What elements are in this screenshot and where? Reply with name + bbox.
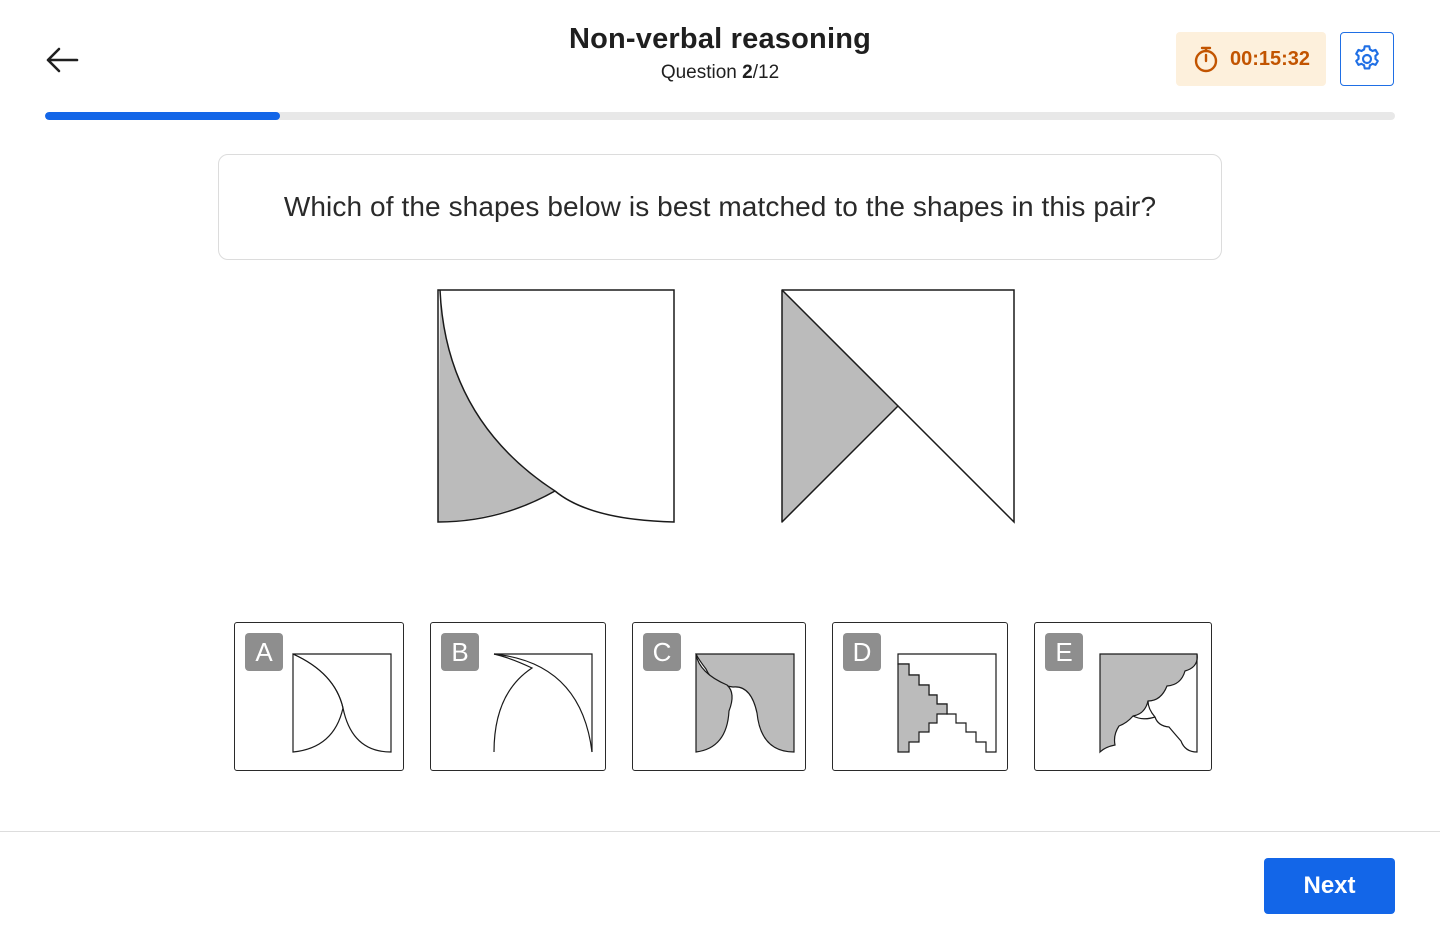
stopwatch-icon [1194, 46, 1218, 73]
page-title: Non-verbal reasoning [568, 23, 872, 55]
timer-badge: 00:15:32 [1176, 32, 1326, 86]
question-prefix: Question [660, 62, 743, 83]
option-a[interactable]: A [234, 622, 404, 771]
option-d-shape [897, 653, 997, 753]
quiz-page: Non-verbal reasoning Question 2/12 00:15… [0, 0, 1440, 940]
gear-icon [1355, 45, 1379, 70]
header-center: Non-verbal reasoning Question 2/12 [420, 20, 1020, 86]
progress-fill [45, 112, 280, 120]
option-a-shape [292, 653, 392, 753]
option-d[interactable]: D [832, 622, 1008, 771]
settings-button[interactable] [1340, 32, 1394, 86]
pair-figure-2 [781, 289, 1015, 524]
question-text: Which of the shapes below is best matche… [283, 191, 1157, 222]
option-b-shape [493, 653, 593, 753]
option-b[interactable]: B [430, 622, 606, 771]
question-total: /12 [752, 62, 780, 83]
option-e[interactable]: E [1034, 622, 1212, 771]
option-e-shape [1099, 653, 1198, 754]
progress-bar [45, 112, 1395, 120]
footer-divider [0, 831, 1440, 832]
question-current: 2 [742, 62, 753, 83]
back-button[interactable] [40, 40, 84, 80]
arrow-left-icon [46, 47, 79, 73]
option-c-shape [695, 653, 795, 753]
question-counter: Question 2/12 [420, 60, 1020, 86]
pair-figure-1 [437, 289, 675, 523]
question-card: Which of the shapes below is best matche… [218, 154, 1222, 260]
timer-value: 00:15:32 [1229, 47, 1311, 70]
next-button[interactable]: Next [1264, 858, 1395, 914]
option-c[interactable]: C [632, 622, 806, 771]
